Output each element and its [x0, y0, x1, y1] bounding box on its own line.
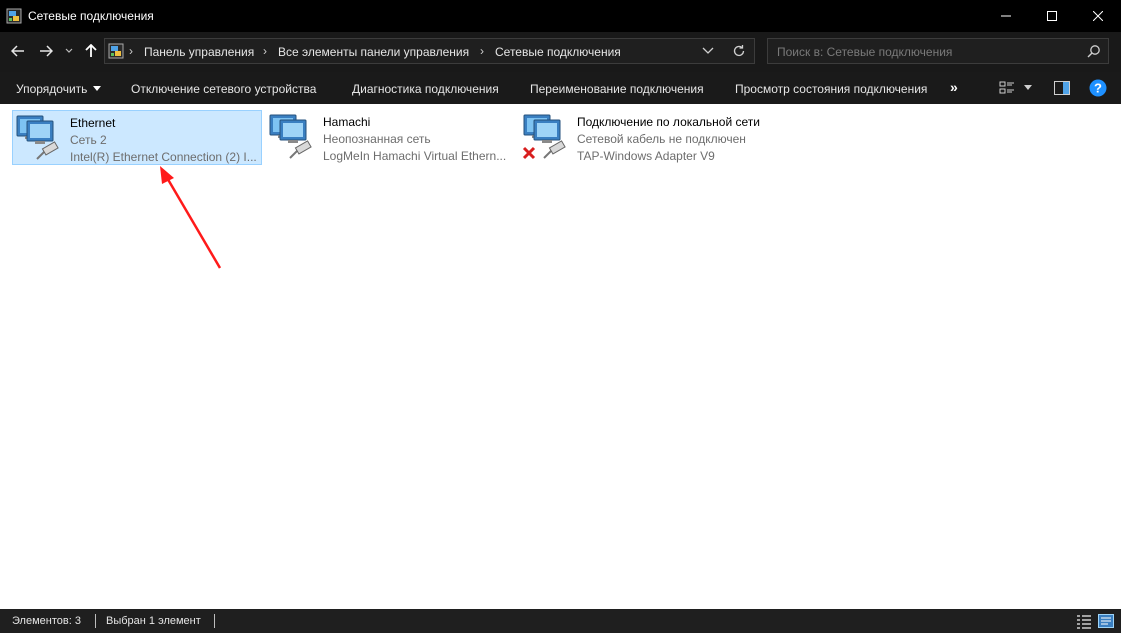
- address-bar[interactable]: › Панель управления › Все элементы панел…: [104, 38, 755, 64]
- connection-status: Сеть 2: [70, 133, 107, 147]
- network-adapter-disconnected-icon: [522, 114, 566, 160]
- refresh-icon[interactable]: [731, 43, 747, 59]
- forward-button[interactable]: [36, 40, 56, 62]
- item-count: Элементов: 3: [12, 615, 81, 627]
- breadcrumb-separator-icon[interactable]: ›: [263, 44, 267, 58]
- network-connections-app-icon: [6, 8, 22, 24]
- tiles-view-icon[interactable]: [1098, 613, 1114, 629]
- preview-pane-icon[interactable]: [1054, 81, 1070, 95]
- connection-name: Ethernet: [70, 116, 116, 130]
- organize-label: Упорядочить: [16, 82, 88, 96]
- more-commands-button[interactable]: »: [950, 79, 958, 95]
- help-icon[interactable]: ?: [1089, 79, 1107, 97]
- window-title: Сетевые подключения: [28, 9, 154, 23]
- organize-button[interactable]: Упорядочить: [16, 82, 102, 96]
- connections-list: Ethernet Сеть 2 Intel(R) Ethernet Connec…: [0, 104, 1121, 609]
- close-button[interactable]: [1075, 0, 1121, 32]
- diagnose-connection-button[interactable]: Диагностика подключения: [352, 82, 499, 96]
- connection-name: Hamachi: [323, 115, 371, 129]
- rename-connection-button[interactable]: Переименование подключения: [530, 82, 704, 96]
- annotation-arrow-icon: [160, 166, 222, 269]
- network-adapter-icon: [16, 115, 59, 160]
- up-button[interactable]: [81, 40, 101, 62]
- caret-down-icon: [93, 86, 102, 92]
- selected-count: Выбран 1 элемент: [106, 615, 201, 627]
- search-placeholder: Поиск в: Сетевые подключения: [777, 45, 953, 59]
- search-input[interactable]: Поиск в: Сетевые подключения: [767, 38, 1109, 64]
- connection-device: TAP-Windows Adapter V9: [577, 149, 715, 163]
- search-icon: [1087, 45, 1100, 58]
- chevron-down-icon: [65, 48, 73, 53]
- svg-text:?: ?: [1094, 81, 1102, 96]
- status-bar: Элементов: 3 Выбран 1 элемент: [0, 609, 1121, 633]
- breadcrumb-separator-icon[interactable]: ›: [129, 44, 133, 58]
- connection-device: LogMeIn Hamachi Virtual Ethern...: [323, 149, 507, 163]
- address-history-dropdown-icon[interactable]: [701, 45, 715, 57]
- connection-name: Подключение по локальной сети: [577, 115, 760, 129]
- control-panel-icon: [108, 43, 124, 59]
- breadcrumb-network-connections[interactable]: Сетевые подключения: [495, 45, 621, 59]
- status-divider: [95, 614, 96, 628]
- disable-device-button[interactable]: Отключение сетевого устройства: [131, 82, 316, 96]
- connection-item-hamachi[interactable]: Hamachi Неопознанная сеть LogMeIn Hamach…: [266, 110, 516, 165]
- title-bar: Сетевые подключения: [0, 0, 1121, 32]
- connection-status: Сетевой кабель не подключен: [577, 132, 746, 146]
- maximize-button[interactable]: [1029, 0, 1075, 32]
- maximize-icon: [1047, 11, 1057, 21]
- breadcrumb-all-items[interactable]: Все элементы панели управления: [278, 45, 469, 59]
- connection-item-ethernet[interactable]: Ethernet Сеть 2 Intel(R) Ethernet Connec…: [12, 110, 262, 165]
- command-bar: Упорядочить Отключение сетевого устройст…: [0, 72, 1121, 104]
- minimize-icon: [1001, 15, 1011, 17]
- arrow-up-icon: [85, 44, 97, 57]
- connection-status: Неопознанная сеть: [323, 132, 431, 146]
- arrow-left-icon: [11, 45, 24, 57]
- view-options-dropdown-icon[interactable]: [1024, 85, 1032, 90]
- change-view-icon[interactable]: [999, 80, 1015, 96]
- connection-item-local-area[interactable]: Подключение по локальной сети Сетевой ка…: [520, 110, 770, 165]
- back-button[interactable]: [8, 40, 28, 62]
- close-icon: [1093, 11, 1103, 21]
- status-divider: [214, 614, 215, 628]
- arrow-right-icon: [40, 45, 53, 57]
- network-adapter-icon: [269, 114, 312, 159]
- minimize-button[interactable]: [983, 0, 1029, 32]
- breadcrumb-control-panel[interactable]: Панель управления: [144, 45, 254, 59]
- details-view-icon[interactable]: [1076, 613, 1092, 629]
- breadcrumb-separator-icon[interactable]: ›: [480, 44, 484, 58]
- recent-locations-button[interactable]: [63, 40, 75, 62]
- navigation-bar: › Панель управления › Все элементы панел…: [0, 32, 1121, 72]
- view-status-button[interactable]: Просмотр состояния подключения: [735, 82, 927, 96]
